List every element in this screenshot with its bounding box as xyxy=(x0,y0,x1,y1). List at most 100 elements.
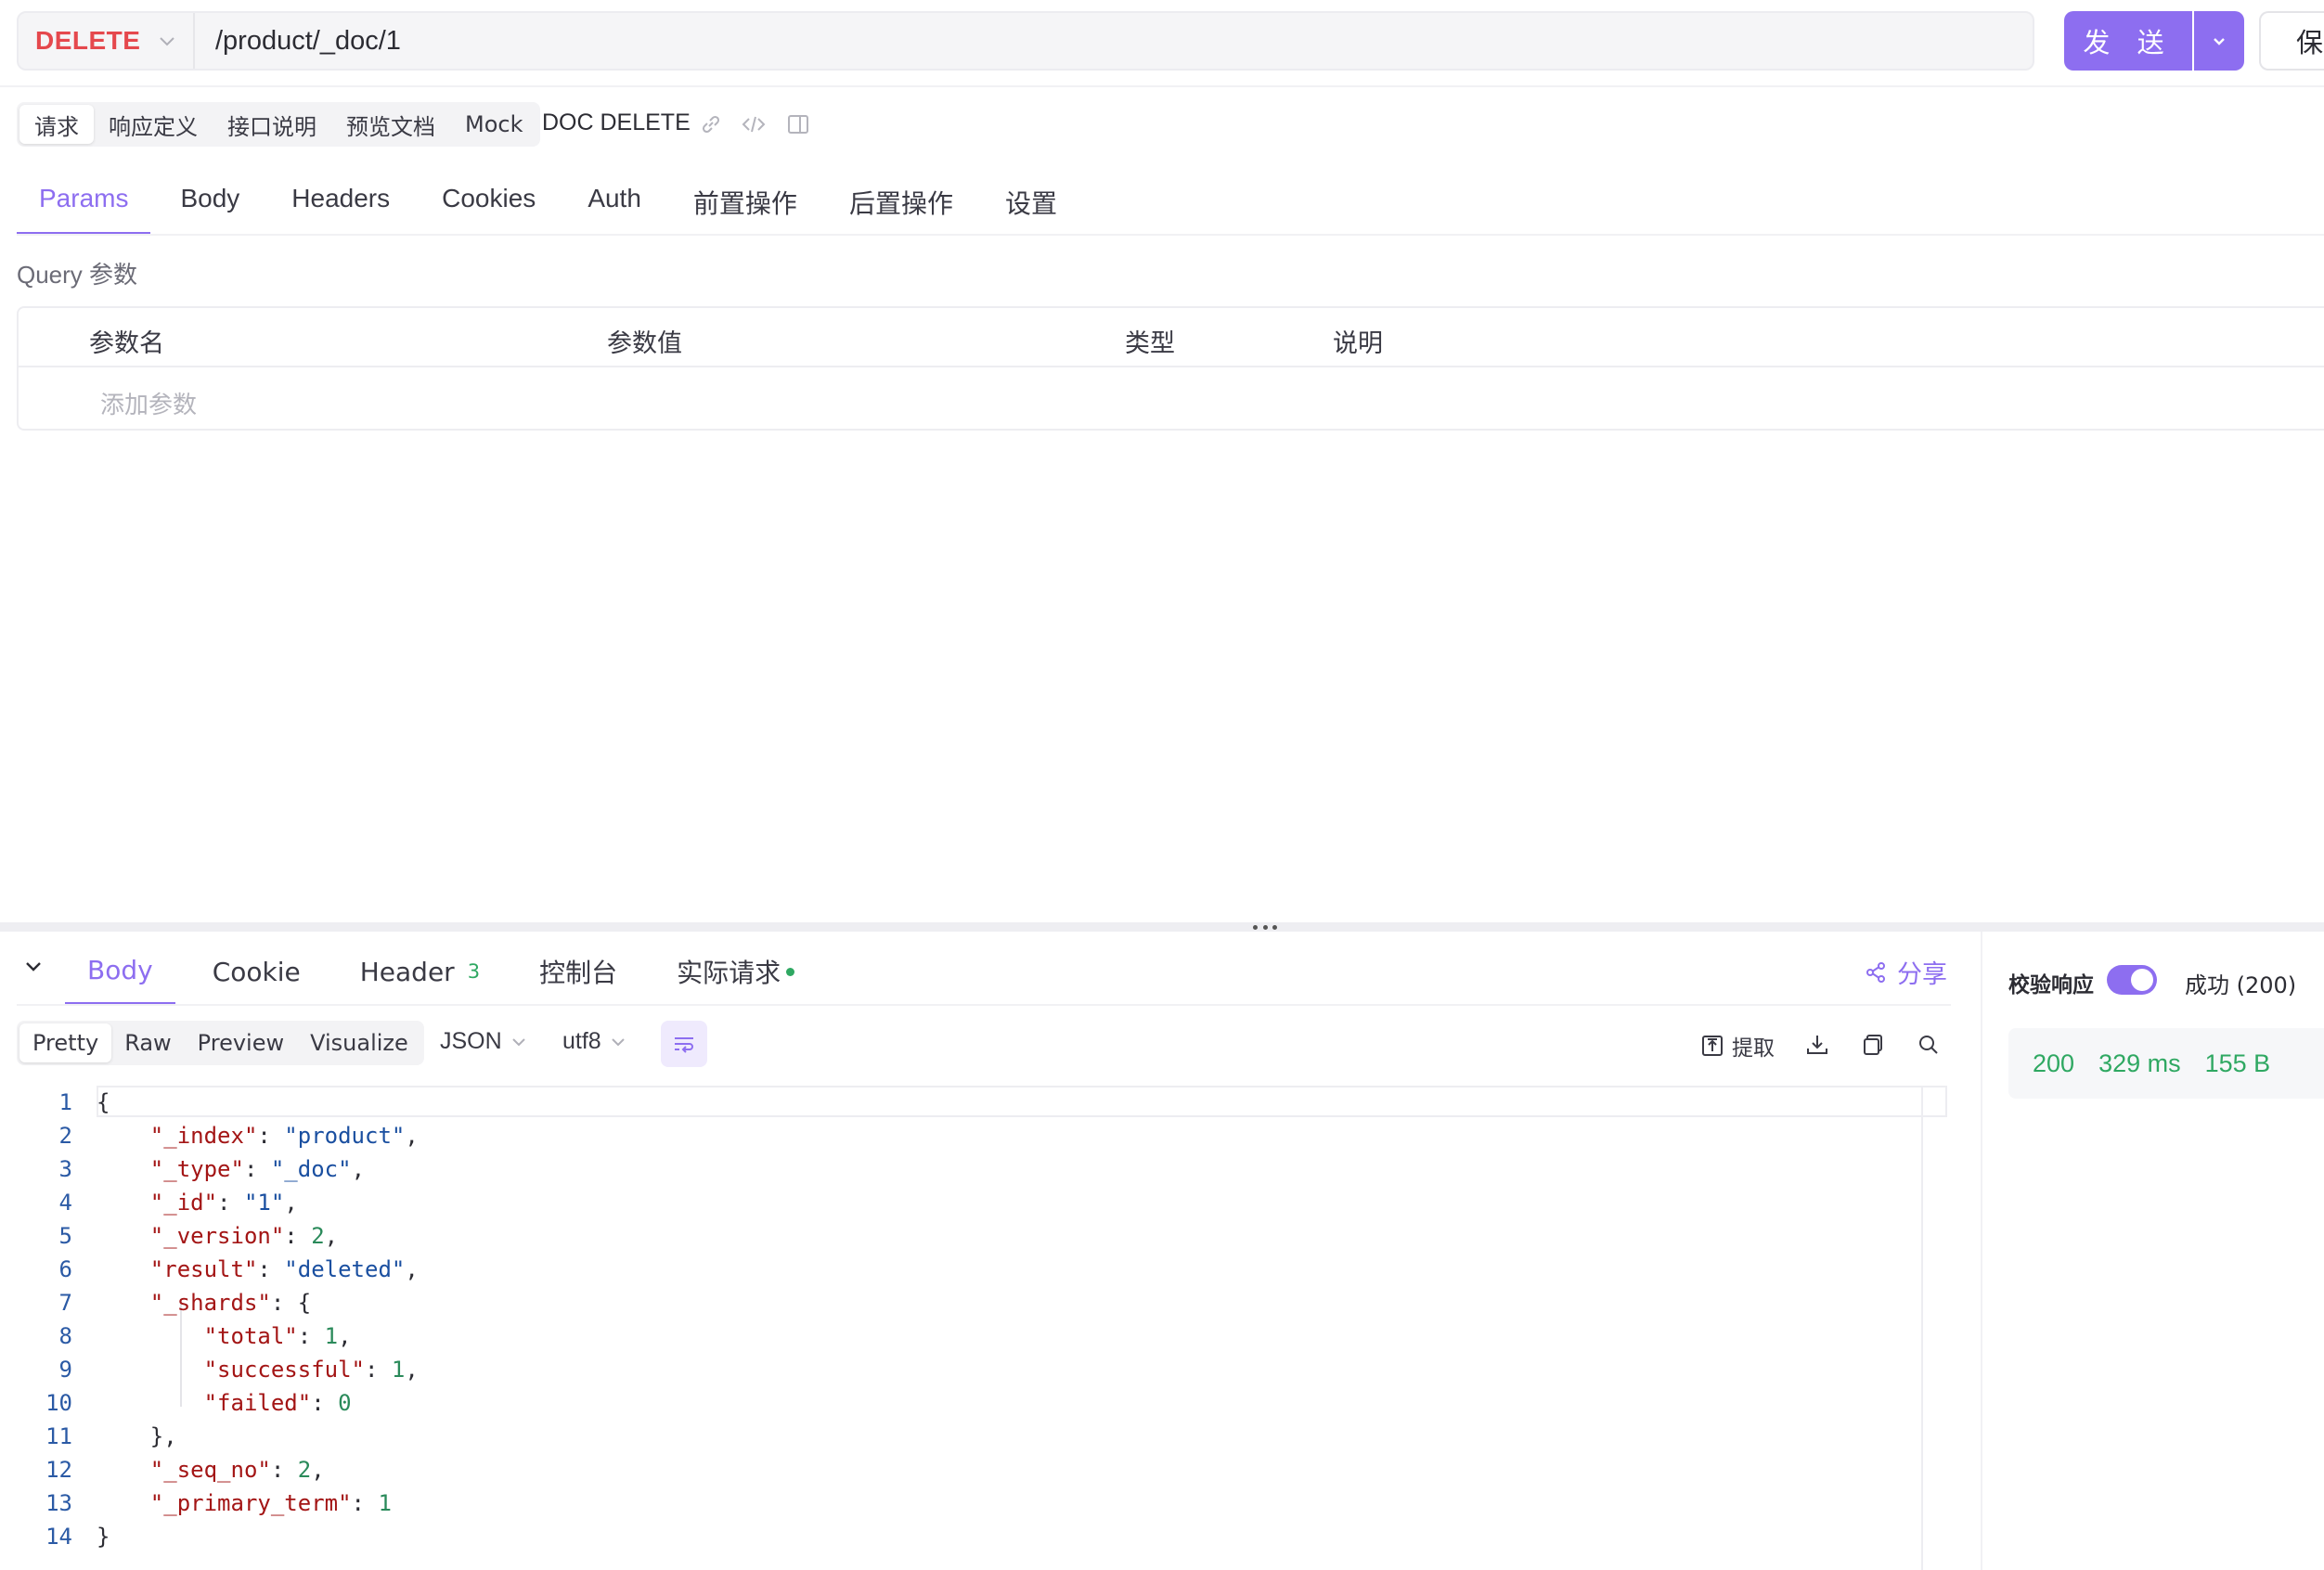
tab-response-cookie[interactable]: Cookie xyxy=(213,937,301,1006)
code-token: "result" xyxy=(149,1256,258,1282)
line-number: 7 xyxy=(58,1290,72,1316)
chevron-down-icon xyxy=(611,1037,625,1046)
code-token: 1 xyxy=(391,1357,406,1383)
status-dot xyxy=(786,967,795,976)
share-button[interactable]: 分享 xyxy=(1864,954,1947,990)
code-token: , xyxy=(405,1357,419,1383)
subtab-mock[interactable]: Mock xyxy=(450,105,537,144)
collapse-chevron-icon[interactable] xyxy=(22,956,45,978)
tab-headers[interactable]: Headers xyxy=(291,176,390,236)
tab-settings[interactable]: 设置 xyxy=(1005,176,1057,236)
subtab-request[interactable]: 请求 xyxy=(19,105,94,144)
extract-button[interactable]: 提取 xyxy=(1700,1030,1775,1062)
tab-pre-ops[interactable]: 前置操作 xyxy=(693,176,797,236)
code-token: "_index" xyxy=(149,1123,258,1149)
param-tabs: Params Body Headers Cookies Auth 前置操作 后置… xyxy=(17,176,1109,236)
editor-scrollbar[interactable] xyxy=(1921,1086,1947,1570)
tab-response-body[interactable]: Body xyxy=(65,937,175,1006)
link-icon[interactable] xyxy=(698,111,724,137)
code-token: "1" xyxy=(243,1190,285,1216)
code-token: "_shards" xyxy=(149,1290,271,1316)
send-button[interactable]: 发 送 xyxy=(2064,11,2192,71)
url-input[interactable] xyxy=(195,13,2033,69)
code-token: { xyxy=(97,1089,110,1115)
code-token: : xyxy=(364,1357,392,1383)
tab-cookies[interactable]: Cookies xyxy=(442,176,536,236)
query-section-title: Query 参数 xyxy=(17,261,138,289)
url-bar: DELETE xyxy=(17,11,2034,71)
view-preview[interactable]: Preview xyxy=(185,1023,297,1062)
tab-response-header[interactable]: Header 3 xyxy=(360,937,480,1006)
split-panel-icon[interactable] xyxy=(785,111,811,137)
code-token: : xyxy=(257,1256,285,1282)
query-params-table: 参数名 参数值 类型 说明 添加参数 xyxy=(17,306,2324,431)
search-icon[interactable] xyxy=(1916,1032,1942,1058)
add-param-input[interactable]: 添加参数 xyxy=(100,386,197,420)
download-icon[interactable] xyxy=(1804,1032,1830,1058)
code-token: } xyxy=(97,1524,110,1550)
subtab-api-doc[interactable]: 接口说明 xyxy=(213,105,331,144)
response-stats: 200 329 ms 155 B xyxy=(2008,1028,2324,1099)
line-number: 12 xyxy=(45,1457,72,1483)
code-token: , xyxy=(405,1256,419,1282)
subtab-preview-doc[interactable]: 预览文档 xyxy=(331,105,450,144)
header-count-badge: 3 xyxy=(467,960,481,983)
save-button[interactable]: 保 xyxy=(2259,11,2324,71)
tab-auth[interactable]: Auth xyxy=(587,176,641,236)
code-token: "_primary_term" xyxy=(149,1490,352,1516)
format-value: JSON xyxy=(440,1028,502,1054)
code-token: "_seq_no" xyxy=(149,1457,271,1483)
code-token: }, xyxy=(97,1423,177,1449)
status-text[interactable]: 成功 (200) xyxy=(2185,967,2296,999)
code-token: "successful" xyxy=(203,1357,365,1383)
line-number: 8 xyxy=(58,1323,72,1349)
current-line-highlight xyxy=(97,1086,1947,1117)
method-select[interactable]: DELETE xyxy=(19,13,195,69)
code-text: "_shards": { xyxy=(97,1290,311,1316)
panel-resizer[interactable] xyxy=(0,922,2324,932)
verify-toggle[interactable] xyxy=(2107,965,2157,995)
tab-params[interactable]: Params xyxy=(17,176,151,236)
extract-label: 提取 xyxy=(1732,1036,1775,1061)
send-dropdown-button[interactable] xyxy=(2194,11,2244,71)
word-wrap-button[interactable] xyxy=(661,1021,707,1067)
code-token: , xyxy=(405,1123,419,1149)
tab-post-ops[interactable]: 后置操作 xyxy=(849,176,953,236)
code-token: , xyxy=(338,1323,352,1349)
encoding-select[interactable]: utf8 xyxy=(562,1028,627,1055)
view-raw[interactable]: Raw xyxy=(111,1023,184,1062)
view-pretty[interactable]: Pretty xyxy=(19,1023,112,1062)
line-number: 9 xyxy=(58,1357,72,1383)
code-text: "result": "deleted", xyxy=(97,1256,419,1282)
code-text: } xyxy=(97,1524,110,1550)
chevron-down-icon xyxy=(2214,38,2225,45)
status-code: 200 xyxy=(2033,1049,2075,1077)
tab-console[interactable]: 控制台 xyxy=(539,937,617,1006)
subtab-response-def[interactable]: 响应定义 xyxy=(94,105,213,144)
copy-icon[interactable] xyxy=(1860,1032,1886,1058)
code-token: , xyxy=(351,1156,366,1182)
code-text: "_seq_no": 2, xyxy=(97,1457,325,1483)
line-number: 11 xyxy=(45,1423,72,1449)
code-token: "product" xyxy=(284,1123,406,1149)
code-text: }, xyxy=(97,1423,177,1449)
tab-body[interactable]: Body xyxy=(180,176,239,236)
tab-actual-request[interactable]: 实际请求 xyxy=(677,937,795,1006)
line-number: 5 xyxy=(58,1223,72,1249)
code-icon[interactable] xyxy=(741,111,767,137)
table-header: 参数名 参数值 类型 说明 xyxy=(19,308,2324,367)
line-number: 6 xyxy=(58,1256,72,1282)
format-select[interactable]: JSON xyxy=(440,1028,528,1055)
line-number: 13 xyxy=(45,1490,72,1516)
drag-handle-icon[interactable] xyxy=(1253,922,1277,932)
view-visualize[interactable]: Visualize xyxy=(297,1023,421,1062)
code-token: , xyxy=(284,1190,298,1216)
column-header-value: 参数值 xyxy=(607,329,682,358)
encoding-value: utf8 xyxy=(562,1028,601,1054)
